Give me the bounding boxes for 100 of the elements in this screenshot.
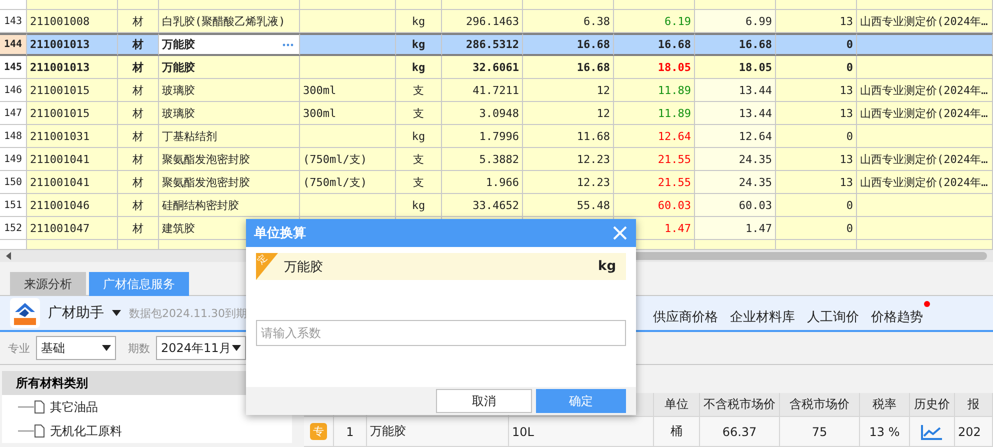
table-cell: 硅酮结构密封胶 [159,194,300,217]
table-cell: 41.7211 [442,79,523,102]
table-cell: 丁基粘结剂 [159,125,300,148]
table-cell: 0 [776,56,857,79]
table-cell: 支 [396,79,442,102]
table-cell: 75 [780,417,860,447]
row-number: 148 [0,125,27,148]
table-cell: 211001041 [27,148,118,171]
table-cell: 12.23 [523,171,614,194]
table-cell: kg [396,33,442,56]
column-header: 单位 [654,393,700,417]
table-cell: 13 [776,171,857,194]
table-cell: 211001015 [27,79,118,102]
table-cell: 12.23 [523,148,614,171]
table-cell: 211001008 [27,10,118,33]
tag-badge: 专 [310,423,327,440]
table-cell: 1.47 [695,217,776,240]
table-cell: 13 [776,148,857,171]
table-cell: 286.5312 [442,33,523,56]
table-cell: 296.1463 [442,10,523,33]
table-cell: 202 [955,417,993,447]
table-cell: 55.48 [523,194,614,217]
table-cell: 材 [118,79,159,102]
package-note: 数据包2024.11.30到期 [129,306,247,321]
table-cell: 211001046 [27,194,118,217]
table-cell: 13 [776,79,857,102]
column-header: 不含税市场价 [700,393,780,417]
material-name: 万能胶 [284,258,323,276]
table-cell: 211001047 [27,217,118,240]
table-cell: 1 [334,417,367,447]
table-cell: 66.37 [700,417,780,447]
table-cell: 材 [118,217,159,240]
table-cell: 211001031 [27,125,118,148]
table-cell: 13 [776,10,857,33]
table-cell: 万能胶 [159,56,300,79]
table-cell: 0 [776,194,857,217]
table-cell: 12.64 [695,125,776,148]
table-cell: 24.35 [695,148,776,171]
table-cell: 12 [523,102,614,125]
table-cell: 0 [776,33,857,56]
table-cell: 33.4652 [442,194,523,217]
table-cell: kg [396,10,442,33]
column-header: 税率 [860,393,910,417]
table-cell: kg [396,194,442,217]
filter-label: 专业 [8,340,30,356]
table-cell: 11.68 [523,125,614,148]
table-cell: 材 [118,56,159,79]
table-cell: 玻璃胶 [159,79,300,102]
table-cell: 13 % [860,417,910,447]
column-header: 含税市场价 [780,393,860,417]
table-cell: 13 [776,102,857,125]
table-cell: 16.68 [523,33,614,56]
table-cell: 18.05 [614,56,695,79]
table-cell: 211001013 [27,56,118,79]
table-cell: 山西专业测定价(2024年… [857,148,993,171]
table-cell: 211001013 [27,33,118,56]
row-number: 152 [0,217,27,240]
table-cell: 材 [118,10,159,33]
table-cell: 13.44 [695,79,776,102]
table-cell: 1.7996 [442,125,523,148]
table-cell: 0 [776,217,857,240]
table-cell: 6.38 [523,10,614,33]
table-cell: 材 [118,171,159,194]
row-number: 150 [0,171,27,194]
row-number: 145 [0,56,27,79]
table-cell: 211001041 [27,171,118,194]
table-cell: 10L [509,417,654,447]
table-cell: 16.68 [523,56,614,79]
table-cell: (750ml/支) [300,148,396,171]
table-cell: 16.68 [695,33,776,56]
table-cell: 山西专业测定价(2024年… [857,79,993,102]
table-cell: 支 [396,171,442,194]
table-cell: 山西专业测定价(2024年… [857,102,993,125]
row-number: 146 [0,79,27,102]
table-cell: 材 [118,102,159,125]
table-cell: 山西专业测定价(2024年… [857,10,993,33]
table-cell: 60.03 [695,194,776,217]
table-cell: 材 [118,125,159,148]
table-cell: 3.0948 [442,102,523,125]
table-cell: 支 [396,148,442,171]
column-header: 历史价 [910,393,955,417]
table-cell: kg [396,56,442,79]
table-cell: (750ml/支) [300,171,396,194]
table-cell: 山西专业测定价(2024年… [857,171,993,194]
table-cell: 32.6061 [442,56,523,79]
table-cell: 聚氨酯发泡密封胶 [159,171,300,194]
table-cell: 16.68 [614,33,695,56]
table-cell: 13.44 [695,102,776,125]
material-unit: kg [598,259,616,274]
table-cell: 0 [776,125,857,148]
table-cell: 材 [118,148,159,171]
table-cell: 1.966 [442,171,523,194]
row-number: 147 [0,102,27,125]
table-cell: 5.3882 [442,148,523,171]
filter-label: 期数 [128,340,150,356]
table-cell: 万能胶 [367,417,509,447]
row-number: 143 [0,10,27,33]
table-cell: 300ml [300,102,396,125]
table-cell: 24.35 [695,171,776,194]
table-cell: 桶 [654,417,700,447]
